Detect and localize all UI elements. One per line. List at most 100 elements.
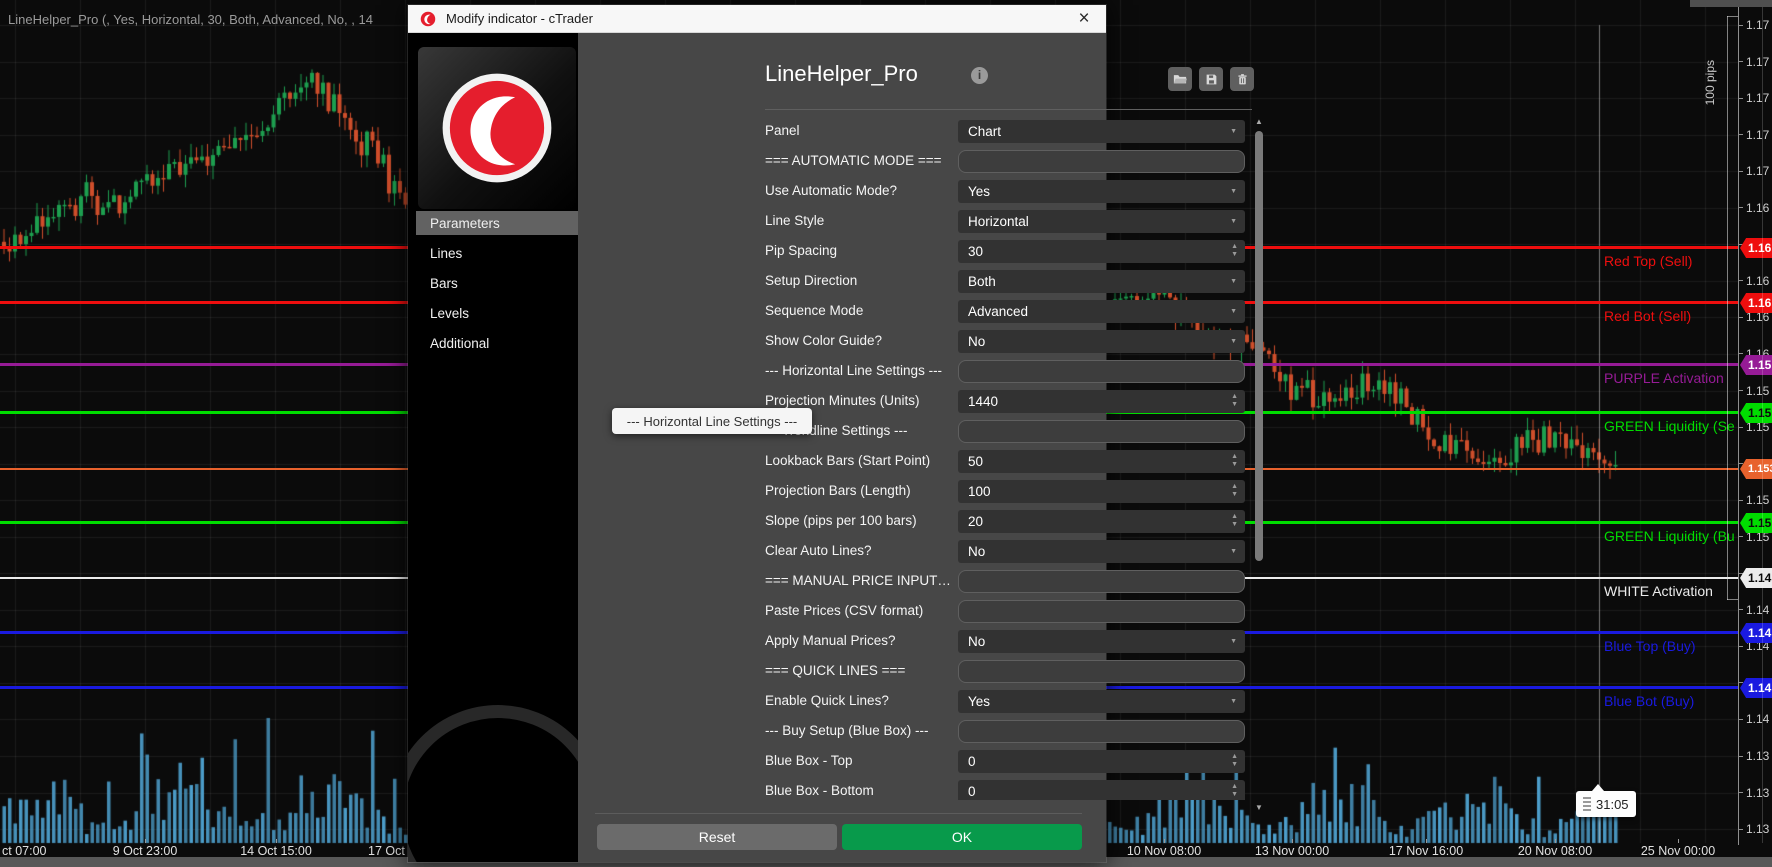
tooltip-pointer bbox=[1592, 784, 1604, 791]
price-tick: 1.14 bbox=[1739, 603, 1769, 617]
sidebar-tab-levels[interactable]: Levels bbox=[416, 301, 578, 325]
ok-button[interactable]: OK bbox=[842, 824, 1082, 850]
control-value: Yes bbox=[968, 184, 990, 199]
folder-icon bbox=[1173, 72, 1187, 86]
param-row-automatic-mode: === AUTOMATIC MODE === bbox=[765, 147, 1245, 177]
control-value: Horizontal bbox=[968, 214, 1029, 229]
save-template-button[interactable] bbox=[1199, 67, 1223, 91]
param-label: Clear Auto Lines? bbox=[765, 543, 953, 558]
stepper-arrows-icon: ▲▼ bbox=[1231, 453, 1238, 469]
header-divider bbox=[765, 109, 1252, 110]
chevron-down-icon: ▼ bbox=[1230, 308, 1237, 315]
param-control-use-automatic-mode[interactable]: Yes ▼ bbox=[958, 180, 1245, 203]
reset-button[interactable]: Reset bbox=[597, 824, 837, 850]
param-control-quick-lines[interactable] bbox=[958, 660, 1245, 683]
param-control-apply-manual-prices[interactable]: No▼ bbox=[958, 630, 1245, 653]
hline-label-red-top: Red Top (Sell) bbox=[1604, 253, 1692, 269]
hline-label-green-liquidity-sell: GREEN Liquidity (Se bbox=[1604, 418, 1735, 434]
param-control-manual-price-input[interactable] bbox=[958, 570, 1245, 593]
dialog-footer: Reset OK bbox=[578, 800, 1106, 862]
dialog-scrollbar[interactable]: ▲ ▼ bbox=[1254, 117, 1264, 812]
param-control-slope-pips-per-100-bars[interactable]: 20▲▼ bbox=[958, 510, 1245, 533]
ctrader-window: LineHelper_Pro (, Yes, Horizontal, 30, B… bbox=[0, 0, 1772, 867]
param-control-blue-box-top[interactable]: 0 ▲▼ bbox=[958, 750, 1245, 773]
chevron-down-icon: ▼ bbox=[1230, 218, 1237, 225]
sidebar-tab-lines[interactable]: Lines bbox=[416, 241, 578, 265]
dialog-titlebar[interactable]: Modify indicator - cTrader × bbox=[408, 5, 1106, 33]
time-label: 20 Nov 08:00 bbox=[1518, 844, 1592, 858]
pips-ruler[interactable] bbox=[1727, 16, 1738, 600]
time-label: 10 Nov 08:00 bbox=[1127, 844, 1201, 858]
param-control-buy-setup-blue-box[interactable] bbox=[958, 720, 1245, 743]
param-row-slope-pips-per-100-bars: Slope (pips per 100 bars) 20▲▼ bbox=[765, 507, 1245, 537]
param-label: Lookback Bars (Start Point) bbox=[765, 453, 953, 468]
param-row-setup-direction: Setup DirectionBoth▼ bbox=[765, 267, 1245, 297]
param-row-blue-box-top: Blue Box - Top 0 ▲▼ bbox=[765, 747, 1245, 777]
time-label: 9 Oct 23:00 bbox=[113, 844, 178, 858]
param-label: === MANUAL PRICE INPUT… bbox=[765, 573, 953, 588]
param-control-trendline-settings[interactable] bbox=[958, 420, 1245, 443]
ctrader-watermark bbox=[408, 705, 578, 862]
price-tick: 1.17 bbox=[1739, 91, 1769, 105]
param-label: Blue Box - Top bbox=[765, 753, 953, 768]
param-control-line-style[interactable]: Horizontal ▼ bbox=[958, 210, 1245, 233]
candle-countdown-tooltip: 31:05 bbox=[1576, 791, 1636, 817]
control-value: Chart bbox=[968, 124, 1001, 139]
param-control-paste-prices-csv-format[interactable] bbox=[958, 600, 1245, 623]
scroll-down-icon[interactable]: ▼ bbox=[1254, 803, 1264, 812]
sidebar-tab-additional[interactable]: Additional bbox=[416, 331, 578, 355]
param-control-pip-spacing[interactable]: 30▲▼ bbox=[958, 240, 1245, 263]
param-control-automatic-mode[interactable] bbox=[958, 150, 1245, 173]
param-row-sequence-mode: Sequence ModeAdvanced▼ bbox=[765, 297, 1245, 327]
scroll-up-icon[interactable]: ▲ bbox=[1254, 117, 1264, 126]
price-tick: 1.13 bbox=[1739, 786, 1769, 800]
param-control-setup-direction[interactable]: Both ▼ bbox=[958, 270, 1245, 293]
sidebar-tab-bars[interactable]: Bars bbox=[416, 271, 578, 295]
time-tick bbox=[276, 839, 277, 843]
param-label: Panel bbox=[765, 123, 953, 138]
price-tick: 1.16 bbox=[1739, 201, 1769, 215]
param-control-show-color-guide[interactable]: No▼ bbox=[958, 330, 1245, 353]
scrollbar-thumb[interactable] bbox=[1255, 131, 1263, 561]
control-value: 0 bbox=[968, 754, 976, 769]
control-value: 1440 bbox=[968, 394, 998, 409]
param-row-use-automatic-mode: Use Automatic Mode?Yes▼ bbox=[765, 177, 1245, 207]
param-label: Slope (pips per 100 bars) bbox=[765, 513, 953, 528]
time-tick bbox=[1426, 839, 1427, 843]
window-edge-top bbox=[1690, 0, 1772, 7]
stepper-arrows-icon: ▲▼ bbox=[1231, 753, 1238, 769]
param-control-panel[interactable]: Chart▼ bbox=[958, 120, 1245, 143]
price-tag-red-top: 1.16 bbox=[1740, 238, 1772, 258]
chevron-down-icon: ▼ bbox=[1230, 188, 1237, 195]
hline-label-purple-activation: PURPLE Activation bbox=[1604, 370, 1724, 386]
parameter-tooltip: --- Horizontal Line Settings --- bbox=[612, 408, 812, 434]
control-value: Both bbox=[968, 274, 996, 289]
delete-button[interactable] bbox=[1230, 67, 1254, 91]
time-label: 25 Nov 00:00 bbox=[1641, 844, 1715, 858]
sidebar-tab-parameters[interactable]: Parameters bbox=[416, 211, 578, 235]
param-control-sequence-mode[interactable]: Advanced▼ bbox=[958, 300, 1245, 323]
stepper-arrows-icon: ▲▼ bbox=[1231, 513, 1238, 529]
info-icon[interactable]: i bbox=[971, 67, 988, 84]
param-control-projection-bars-length[interactable]: 100▲▼ bbox=[958, 480, 1245, 503]
control-value: No bbox=[968, 544, 985, 559]
param-control-horizontal-line-settings[interactable] bbox=[958, 360, 1245, 383]
dialog-title: Modify indicator - cTrader bbox=[446, 11, 593, 26]
price-tick: 1.17 bbox=[1739, 164, 1769, 178]
param-label: Paste Prices (CSV format) bbox=[765, 603, 953, 618]
param-control-clear-auto-lines[interactable]: No▼ bbox=[958, 540, 1245, 563]
price-tag-red-bot: 1.16 bbox=[1740, 293, 1772, 313]
close-icon[interactable]: × bbox=[1072, 7, 1096, 31]
param-control-enable-quick-lines[interactable]: Yes▼ bbox=[958, 690, 1245, 713]
param-label: --- Buy Setup (Blue Box) --- bbox=[765, 723, 953, 738]
load-template-button[interactable] bbox=[1168, 67, 1192, 91]
chevron-down-icon: ▼ bbox=[1230, 278, 1237, 285]
time-tick bbox=[1164, 839, 1165, 843]
stepper-arrows-icon: ▲▼ bbox=[1231, 393, 1238, 409]
param-control-lookback-bars-start-point[interactable]: 50▲▼ bbox=[958, 450, 1245, 473]
param-control-projection-minutes-units[interactable]: 1440 ▲▼ bbox=[958, 390, 1245, 413]
trash-icon bbox=[1236, 73, 1249, 86]
param-control-blue-box-bottom[interactable]: 0▲▼ bbox=[958, 780, 1245, 800]
param-row-horizontal-line-settings: --- Horizontal Line Settings --- bbox=[765, 357, 1245, 387]
param-label: Apply Manual Prices? bbox=[765, 633, 953, 648]
